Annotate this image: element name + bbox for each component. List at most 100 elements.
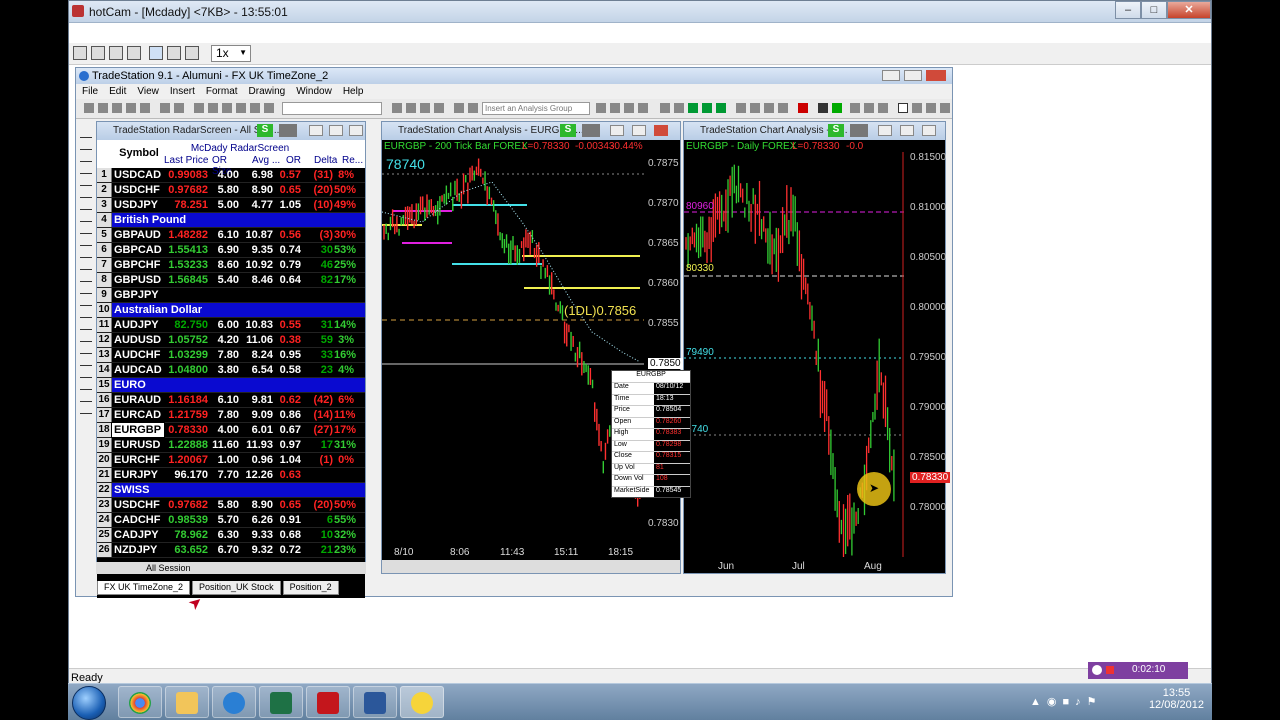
taskbar-word[interactable] xyxy=(353,686,397,718)
arrow-icon[interactable] xyxy=(392,103,402,113)
pointer-icon[interactable] xyxy=(898,103,908,113)
copy-icon[interactable] xyxy=(167,46,181,60)
redo-icon[interactable] xyxy=(250,103,260,113)
ts-close-button[interactable] xyxy=(926,70,946,81)
table-row[interactable]: 3 USDJPY 78.251 5.00 4.77 1.05 (10) 49% xyxy=(97,198,365,213)
table-row[interactable]: 18 EURGBP 0.78330 4.00 6.01 0.67 (27) 17% xyxy=(97,422,365,438)
drawing-tool-icon[interactable] xyxy=(80,273,92,282)
taskbar-explorer[interactable] xyxy=(165,686,209,718)
drawing-tool-icon[interactable] xyxy=(80,129,92,138)
grid2-icon[interactable] xyxy=(610,103,620,113)
info-button[interactable] xyxy=(850,124,868,137)
zoom-in-icon[interactable] xyxy=(850,103,860,113)
drawing-tool-icon[interactable] xyxy=(80,249,92,258)
undo-icon[interactable] xyxy=(236,103,246,113)
drawing-tool-icon[interactable] xyxy=(80,165,92,174)
maximize-button[interactable]: □ xyxy=(1141,1,1167,19)
candle-icon[interactable] xyxy=(702,103,712,113)
analysis-group-combo[interactable]: Insert an Analysis Group xyxy=(482,102,590,115)
table-row[interactable]: 8 GBPUSD 1.56845 5.40 8.46 0.64 82 17% xyxy=(97,273,365,288)
table-row[interactable]: 13 AUDCHF 1.03299 7.80 8.24 0.95 33 16% xyxy=(97,348,365,363)
drawing-tool-icon[interactable] xyxy=(80,261,92,270)
table-row[interactable]: 5 GBPAUD 1.48282 6.10 10.87 0.56 (3) 30% xyxy=(97,228,365,243)
table-row[interactable]: 26 NZDJPY 63.652 6.70 9.32 0.72 21 23% xyxy=(97,543,365,558)
print-icon[interactable] xyxy=(160,103,170,113)
bar-chart-icon[interactable] xyxy=(688,103,698,113)
chart1-minimize-button[interactable] xyxy=(610,125,624,136)
drawing-tool-icon[interactable] xyxy=(80,189,92,198)
table-row[interactable]: 6 GBPCAD 1.55413 6.90 9.35 0.74 30 53% xyxy=(97,243,365,258)
scroll-icon[interactable] xyxy=(778,103,788,113)
chart1-close-button[interactable] xyxy=(654,125,668,136)
zoom-select[interactable]: 1x ▼ xyxy=(211,45,251,62)
symbol-link-button[interactable]: S xyxy=(560,124,576,137)
drawing-tool-icon[interactable] xyxy=(80,285,92,294)
drawing-tool-icon[interactable] xyxy=(80,225,92,234)
eraser-icon[interactable] xyxy=(926,103,936,113)
ts-minimize-button[interactable] xyxy=(882,70,900,81)
table-row[interactable]: 17 EURCAD 1.21759 7.80 9.09 0.86 (14) 11% xyxy=(97,408,365,423)
chart2-minimize-button[interactable] xyxy=(878,125,892,136)
strategy-icon[interactable] xyxy=(818,103,828,113)
tray-app-icon[interactable]: ◉ xyxy=(1047,696,1063,708)
tools-icon[interactable] xyxy=(454,103,464,113)
clipboard-icon[interactable] xyxy=(140,103,150,113)
taskbar-acrobat[interactable] xyxy=(306,686,350,718)
table-row[interactable]: 19 EURUSD 1.22888 11.60 11.93 0.97 17 31% xyxy=(97,438,365,453)
zoom-icon[interactable] xyxy=(660,103,670,113)
drawing-tool-icon[interactable] xyxy=(80,141,92,150)
col-symbol[interactable]: Symbol xyxy=(115,147,163,159)
table-row[interactable]: 9 GBPJPY xyxy=(97,288,365,303)
copy-icon[interactable] xyxy=(208,103,218,113)
drawing-tool-icon[interactable] xyxy=(80,309,92,318)
spread-icon[interactable] xyxy=(736,103,746,113)
list-icon[interactable] xyxy=(420,103,430,113)
table-row[interactable]: 25 CADJPY 78.962 6.30 9.33 0.68 10 32% xyxy=(97,528,365,543)
col-re[interactable]: Re... xyxy=(342,155,364,166)
info-button[interactable] xyxy=(582,124,600,137)
chart1-maximize-button[interactable] xyxy=(632,125,646,136)
start-button[interactable] xyxy=(72,686,106,720)
preview-icon[interactable] xyxy=(174,103,184,113)
tray-arrow-icon[interactable]: ▲ xyxy=(1030,696,1047,708)
hint-icon[interactable] xyxy=(832,103,842,113)
table-row[interactable]: 7 GBPCHF 1.53233 8.60 10.92 0.79 46 25% xyxy=(97,258,365,273)
paste-icon[interactable] xyxy=(222,103,232,113)
chart-icon[interactable] xyxy=(468,103,478,113)
group-row[interactable]: 4 British Pound xyxy=(97,213,365,228)
clock[interactable]: 13:55 12/08/2012 xyxy=(1149,687,1204,711)
table-row[interactable]: 11 AUDJPY 82.750 6.00 10.83 0.55 31 14% xyxy=(97,318,365,333)
menu-window[interactable]: Window xyxy=(296,84,332,99)
compress-icon[interactable] xyxy=(764,103,774,113)
grid-icon[interactable] xyxy=(406,103,416,113)
symbol-link-button[interactable]: S xyxy=(257,124,273,137)
new-icon[interactable] xyxy=(84,103,94,113)
tool-icon[interactable] xyxy=(127,46,141,60)
tick-chart-plot[interactable] xyxy=(382,152,644,552)
table-row[interactable]: 1 USDCAD 0.99083 4.00 6.98 0.57 (31) 8% xyxy=(97,168,365,183)
tab-fx-uk-timezone[interactable]: FX UK TimeZone_2 xyxy=(97,581,191,595)
line-chart-icon[interactable] xyxy=(716,103,726,113)
more-icon[interactable] xyxy=(940,103,950,113)
link-icon[interactable] xyxy=(264,103,274,113)
network-icon[interactable]: ■ xyxy=(1063,696,1076,708)
drawing-tool-icon[interactable] xyxy=(80,393,92,402)
menu-drawing[interactable]: Drawing xyxy=(249,84,286,99)
crosshair-icon[interactable] xyxy=(912,103,922,113)
menu-insert[interactable]: Insert xyxy=(170,84,195,99)
all-session-tab[interactable]: All Session xyxy=(146,563,191,573)
drawing-tool-icon[interactable] xyxy=(80,177,92,186)
pan-icon[interactable] xyxy=(878,103,888,113)
tab-position-uk-stock[interactable]: Position_UK Stock xyxy=(192,581,281,595)
drawing-tool-icon[interactable] xyxy=(80,321,92,330)
symbol-combo[interactable] xyxy=(282,102,382,115)
action-center-icon[interactable]: ⚑ xyxy=(1087,696,1103,708)
chart1-scrollbar[interactable] xyxy=(382,560,680,573)
radar-maximize-button[interactable] xyxy=(329,125,343,136)
expand-icon[interactable] xyxy=(750,103,760,113)
group-row[interactable]: 15 EURO xyxy=(97,378,365,393)
table-row[interactable]: 20 EURCHF 1.20067 1.00 0.96 1.04 (1) 0% xyxy=(97,453,365,468)
drawing-tool-icon[interactable] xyxy=(80,345,92,354)
drawing-tool-icon[interactable] xyxy=(80,201,92,210)
taskbar-chrome[interactable] xyxy=(118,686,162,718)
